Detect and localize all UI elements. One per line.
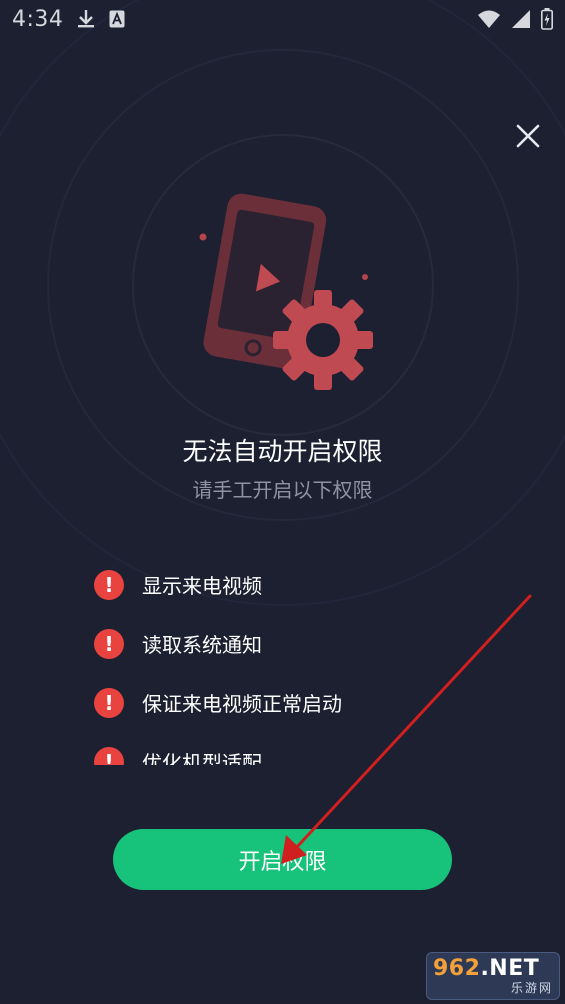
warning-icon: ! <box>94 687 124 718</box>
warning-icon: ! <box>94 628 124 659</box>
gear-icon <box>273 290 373 390</box>
warning-icon: ! <box>94 746 124 765</box>
list-item: ! 显示来电视频 <box>94 555 514 614</box>
permission-list: ! 显示来电视频 ! 读取系统通知 ! 保证来电视频正常启动 ! 优化机型适配 <box>94 555 514 765</box>
dialog-title: 无法自动开启权限 <box>182 437 383 466</box>
battery-icon <box>541 8 553 30</box>
close-icon <box>516 124 540 148</box>
permission-label: 显示来电视频 <box>142 574 262 598</box>
download-icon <box>78 10 95 28</box>
watermark-brand: 962.NET <box>433 957 553 981</box>
signal-icon <box>512 10 530 28</box>
enable-permissions-button[interactable]: 开启权限 <box>113 829 452 890</box>
phone-settings-illustration <box>199 193 373 390</box>
watermark-suffix: .NET <box>480 956 540 981</box>
status-time: 4:34 <box>12 6 64 32</box>
permission-label: 保证来电视频正常启动 <box>142 692 342 716</box>
wifi-icon <box>478 10 500 28</box>
watermark-subtitle: 乐游网 <box>510 981 553 995</box>
list-item: ! 保证来电视频正常启动 <box>94 673 514 732</box>
dialog-subtitle: 请手工开启以下权限 <box>192 478 373 502</box>
list-item: ! 读取系统通知 <box>94 614 514 673</box>
status-bar: 4:34 <box>0 0 565 38</box>
notification-a-icon <box>109 10 125 28</box>
permission-label: 读取系统通知 <box>142 633 262 657</box>
list-item: ! 优化机型适配 <box>94 732 514 765</box>
close-button[interactable] <box>506 114 550 158</box>
warning-icon: ! <box>94 569 124 600</box>
watermark-number: 962 <box>433 956 481 981</box>
permission-label: 优化机型适配 <box>142 751 262 765</box>
site-watermark: 962.NET 乐游网 <box>426 952 560 1000</box>
